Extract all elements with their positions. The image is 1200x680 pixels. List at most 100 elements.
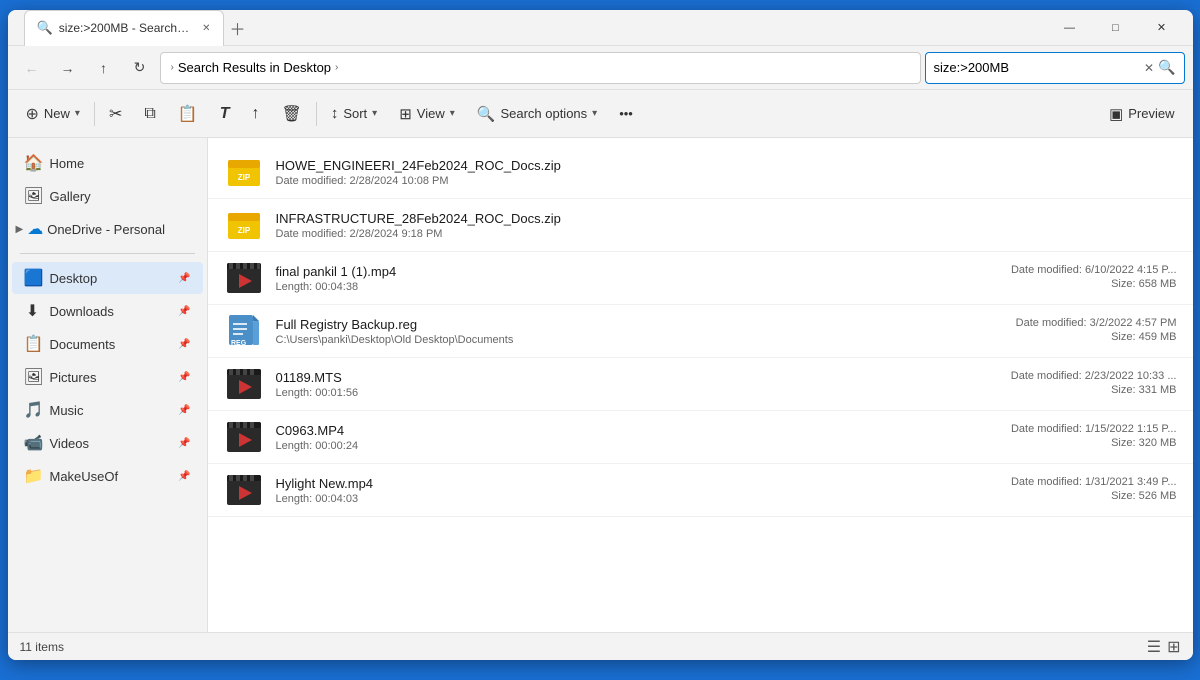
search-options-btn[interactable]: 🔍 Search options ▾ bbox=[467, 96, 607, 132]
refresh-btn[interactable]: ↻ bbox=[124, 52, 156, 84]
sidebar-item-downloads[interactable]: ⬇ Downloads 📌 bbox=[12, 295, 203, 327]
minimize-btn[interactable]: — bbox=[1047, 10, 1093, 46]
forward-btn[interactable]: → bbox=[52, 52, 84, 84]
up-btn[interactable]: ↑ bbox=[88, 52, 120, 84]
table-row[interactable]: ZIP INFRASTRUCTURE_28Feb2024_ROC_Docs.zi… bbox=[208, 199, 1193, 252]
sidebar-item-makeuseOf[interactable]: 📁 MakeUseOf 📌 bbox=[12, 460, 203, 492]
delete-icon: 🗑 bbox=[282, 104, 302, 124]
tab-bar: 🔍 size:>200MB - Search Results i ✕ ＋ bbox=[16, 10, 260, 46]
search-clear-icon[interactable]: ✕ bbox=[1144, 61, 1154, 75]
search-options-label: Search options bbox=[500, 106, 587, 121]
home-label: Home bbox=[50, 156, 85, 171]
videos-icon: 📹 bbox=[24, 433, 42, 453]
new-btn[interactable]: ⊕ New ▾ bbox=[16, 96, 90, 132]
status-item-count: 11 items bbox=[20, 640, 64, 654]
mp4-file-icon-2 bbox=[224, 470, 264, 510]
file-meta: Length: 00:00:24 bbox=[276, 440, 1011, 452]
documents-pin-icon: 📌 bbox=[178, 339, 190, 350]
file-details: Date modified: 6/10/2022 4:15 P... Size:… bbox=[1011, 264, 1177, 292]
new-tab-btn[interactable]: ＋ bbox=[224, 14, 252, 42]
rename-btn[interactable]: T bbox=[210, 96, 240, 132]
share-btn[interactable]: ↑ bbox=[242, 96, 270, 132]
mts-file-icon bbox=[224, 364, 264, 404]
tab-close-btn[interactable]: ✕ bbox=[202, 23, 210, 34]
downloads-label: Downloads bbox=[50, 304, 114, 319]
sidebar: 🏠 Home 🖼 Gallery ▶ ☁ OneDrive - Personal… bbox=[8, 138, 208, 632]
back-btn[interactable]: ← bbox=[16, 52, 48, 84]
file-info: HOWE_ENGINEERI_24Feb2024_ROC_Docs.zip Da… bbox=[276, 158, 1177, 187]
view-icon: ⊞ bbox=[399, 105, 412, 123]
maximize-btn[interactable]: □ bbox=[1093, 10, 1139, 46]
sidebar-item-home[interactable]: 🏠 Home bbox=[12, 147, 203, 179]
file-name: final pankil 1 (1).mp4 bbox=[276, 264, 1011, 279]
pictures-label: Pictures bbox=[50, 370, 97, 385]
sidebar-item-music[interactable]: 🎵 Music 📌 bbox=[12, 394, 203, 426]
table-row[interactable]: Hylight New.mp4 Length: 00:04:03 Date mo… bbox=[208, 464, 1193, 517]
tiles-view-icon[interactable]: ⊞ bbox=[1167, 637, 1180, 657]
file-meta: C:\Users\panki\Desktop\Old Desktop\Docum… bbox=[276, 334, 1016, 346]
sidebar-item-desktop[interactable]: 🟦 Desktop 📌 bbox=[12, 262, 203, 294]
downloads-pin-icon: 📌 bbox=[178, 306, 190, 317]
makeuseOf-label: MakeUseOf bbox=[50, 469, 119, 484]
tab-label: size:>200MB - Search Results i bbox=[59, 21, 192, 35]
sidebar-item-gallery[interactable]: 🖼 Gallery bbox=[12, 180, 203, 212]
sidebar-item-videos[interactable]: 📹 Videos 📌 bbox=[12, 427, 203, 459]
mp4-file-icon bbox=[224, 417, 264, 457]
zip-file-icon: ZIP bbox=[224, 205, 264, 245]
expand-chevron: ▶ bbox=[16, 224, 24, 235]
file-date: Date modified: 6/10/2022 4:15 P... bbox=[1011, 264, 1177, 276]
paste-btn[interactable]: 📋 bbox=[168, 96, 208, 132]
search-input[interactable] bbox=[934, 60, 1141, 75]
table-row[interactable]: ZIP HOWE_ENGINEERI_24Feb2024_ROC_Docs.zi… bbox=[208, 146, 1193, 199]
sort-btn[interactable]: ↕ Sort ▾ bbox=[321, 96, 387, 132]
view-btn[interactable]: ⊞ View ▾ bbox=[389, 96, 465, 132]
sidebar-item-pictures[interactable]: 🖼 Pictures 📌 bbox=[12, 361, 203, 393]
sort-icon: ↕ bbox=[331, 105, 339, 122]
view-dropdown-icon: ▾ bbox=[450, 108, 455, 119]
search-options-icon: 🔍 bbox=[477, 105, 496, 123]
file-info: INFRASTRUCTURE_28Feb2024_ROC_Docs.zip Da… bbox=[276, 211, 1177, 240]
gallery-icon: 🖼 bbox=[24, 186, 42, 206]
table-row[interactable]: REG Full Registry Backup.reg C:\Users\pa… bbox=[208, 305, 1193, 358]
file-name: INFRASTRUCTURE_28Feb2024_ROC_Docs.zip bbox=[276, 211, 1177, 226]
preview-icon: ▣ bbox=[1109, 105, 1123, 123]
file-list-area: ZIP HOWE_ENGINEERI_24Feb2024_ROC_Docs.zi… bbox=[208, 138, 1193, 632]
file-details: Date modified: 1/15/2022 1:15 P... Size:… bbox=[1011, 423, 1177, 451]
table-row[interactable]: C0963.MP4 Length: 00:00:24 Date modified… bbox=[208, 411, 1193, 464]
close-btn[interactable]: ✕ bbox=[1139, 10, 1185, 46]
table-row[interactable]: 01189.MTS Length: 00:01:56 Date modified… bbox=[208, 358, 1193, 411]
breadcrumb[interactable]: › Search Results in Desktop › bbox=[160, 52, 921, 84]
tab-search-icon: 🔍 bbox=[37, 20, 53, 36]
file-details: Date modified: 1/31/2021 3:49 P... Size:… bbox=[1011, 476, 1177, 504]
file-meta: Date modified: 2/28/2024 9:18 PM bbox=[276, 228, 1177, 240]
rename-icon: T bbox=[220, 105, 230, 123]
videos-label: Videos bbox=[50, 436, 90, 451]
videos-pin-icon: 📌 bbox=[178, 438, 190, 449]
breadcrumb-chevron: › bbox=[171, 62, 174, 73]
search-box[interactable]: ✕ 🔍 bbox=[925, 52, 1185, 84]
svg-text:ZIP: ZIP bbox=[237, 226, 250, 235]
downloads-icon: ⬇ bbox=[24, 301, 42, 321]
cut-btn[interactable]: ✂ bbox=[99, 96, 132, 132]
copy-btn[interactable]: ⧉ bbox=[134, 96, 165, 132]
address-bar: ← → ↑ ↻ › Search Results in Desktop › ✕ … bbox=[8, 46, 1193, 90]
makeuseOf-pin-icon: 📌 bbox=[178, 471, 190, 482]
file-name: Hylight New.mp4 bbox=[276, 476, 1011, 491]
documents-icon: 📋 bbox=[24, 334, 42, 354]
details-view-icon[interactable]: ☰ bbox=[1147, 637, 1161, 657]
preview-btn[interactable]: ▣ Preview bbox=[1099, 96, 1184, 132]
breadcrumb-end-chevron: › bbox=[335, 62, 338, 73]
file-info: final pankil 1 (1).mp4 Length: 00:04:38 bbox=[276, 264, 1011, 293]
sidebar-item-documents[interactable]: 📋 Documents 📌 bbox=[12, 328, 203, 360]
delete-btn[interactable]: 🗑 bbox=[272, 96, 312, 132]
desktop-pin-icon: 📌 bbox=[178, 273, 190, 284]
sort-label: Sort bbox=[343, 106, 367, 121]
active-tab[interactable]: 🔍 size:>200MB - Search Results i ✕ bbox=[24, 10, 224, 46]
file-date: Date modified: 2/23/2022 10:33 ... bbox=[1011, 370, 1177, 382]
documents-label: Documents bbox=[50, 337, 116, 352]
table-row[interactable]: final pankil 1 (1).mp4 Length: 00:04:38 … bbox=[208, 252, 1193, 305]
search-submit-icon[interactable]: 🔍 bbox=[1158, 59, 1175, 76]
more-btn[interactable]: ••• bbox=[609, 96, 643, 132]
new-label: New bbox=[44, 106, 70, 121]
sidebar-item-onedrive[interactable]: ▶ ☁ OneDrive - Personal bbox=[8, 213, 207, 245]
